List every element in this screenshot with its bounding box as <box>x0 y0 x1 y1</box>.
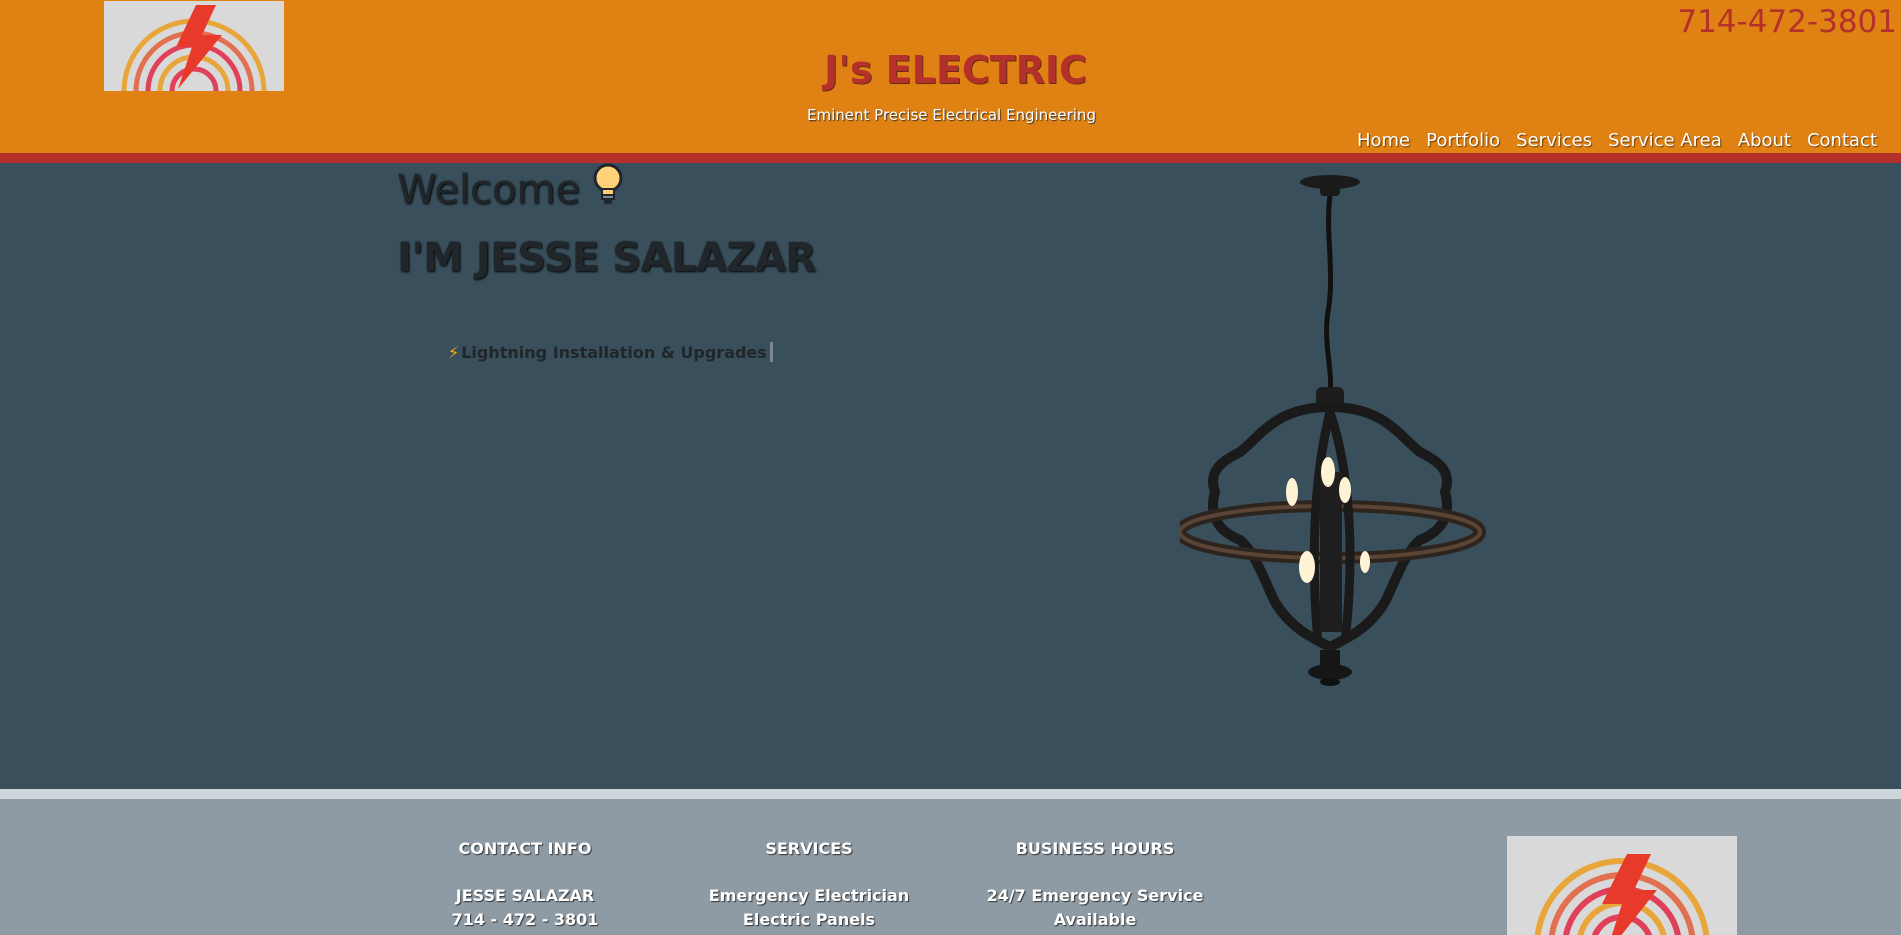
footer-services: SERVICES Emergency Electrician Electric … <box>700 839 918 932</box>
hero-section <box>0 163 1901 789</box>
lightning-icon: ⚡ <box>448 342 460 362</box>
typing-cursor <box>769 342 773 362</box>
chandelier-image <box>1174 172 1510 712</box>
nav-services[interactable]: Services <box>1516 130 1592 151</box>
typed-text: Lightning Installation & Upgrades <box>461 342 767 362</box>
nav-portfolio[interactable]: Portfolio <box>1426 130 1500 151</box>
footer-hours-line: 24/7 Emergency Service <box>986 886 1204 905</box>
footer-hours-line: Available <box>1053 910 1137 929</box>
footer-contact: CONTACT INFO JESSE SALAZAR 714 - 472 - 3… <box>440 839 610 932</box>
site-tagline: Eminent Precise Electrical Engineering <box>807 106 1096 124</box>
main-nav: Home Portfolio Services Service Area Abo… <box>1341 130 1877 151</box>
nav-home[interactable]: Home <box>1357 130 1410 151</box>
footer-service-item: Electric Panels <box>742 910 876 929</box>
site-title: J's ELECTRIC <box>824 48 1087 92</box>
footer-contact-name: JESSE SALAZAR <box>455 886 595 905</box>
footer-divider <box>0 789 1901 799</box>
footer-services-heading: SERVICES <box>765 839 853 858</box>
footer-contact-heading: CONTACT INFO <box>458 839 592 858</box>
footer-hours-heading: BUSINESS HOURS <box>1015 839 1175 858</box>
nav-service-area[interactable]: Service Area <box>1608 130 1722 151</box>
welcome-text: Welcome <box>397 167 580 213</box>
footer-logo[interactable] <box>1507 836 1737 935</box>
typed-tagline: ⚡ Lightning Installation & Upgrades <box>448 342 773 362</box>
hero-name: I'M JESSE SALAZAR <box>397 235 816 281</box>
footer-contact-phone[interactable]: 714 - 472 - 3801 <box>440 908 610 932</box>
lightning-logo-icon <box>1534 854 1710 935</box>
footer-hours: BUSINESS HOURS 24/7 Emergency Service Av… <box>985 839 1205 932</box>
light-bulb-icon <box>592 163 624 217</box>
header-divider <box>0 153 1901 163</box>
welcome-heading: Welcome <box>397 163 624 217</box>
nav-contact[interactable]: Contact <box>1807 130 1877 151</box>
header-phone[interactable]: 714-472-3801 <box>1677 4 1897 40</box>
footer-service-item: Emergency Electrician <box>708 886 910 905</box>
nav-about[interactable]: About <box>1738 130 1791 151</box>
